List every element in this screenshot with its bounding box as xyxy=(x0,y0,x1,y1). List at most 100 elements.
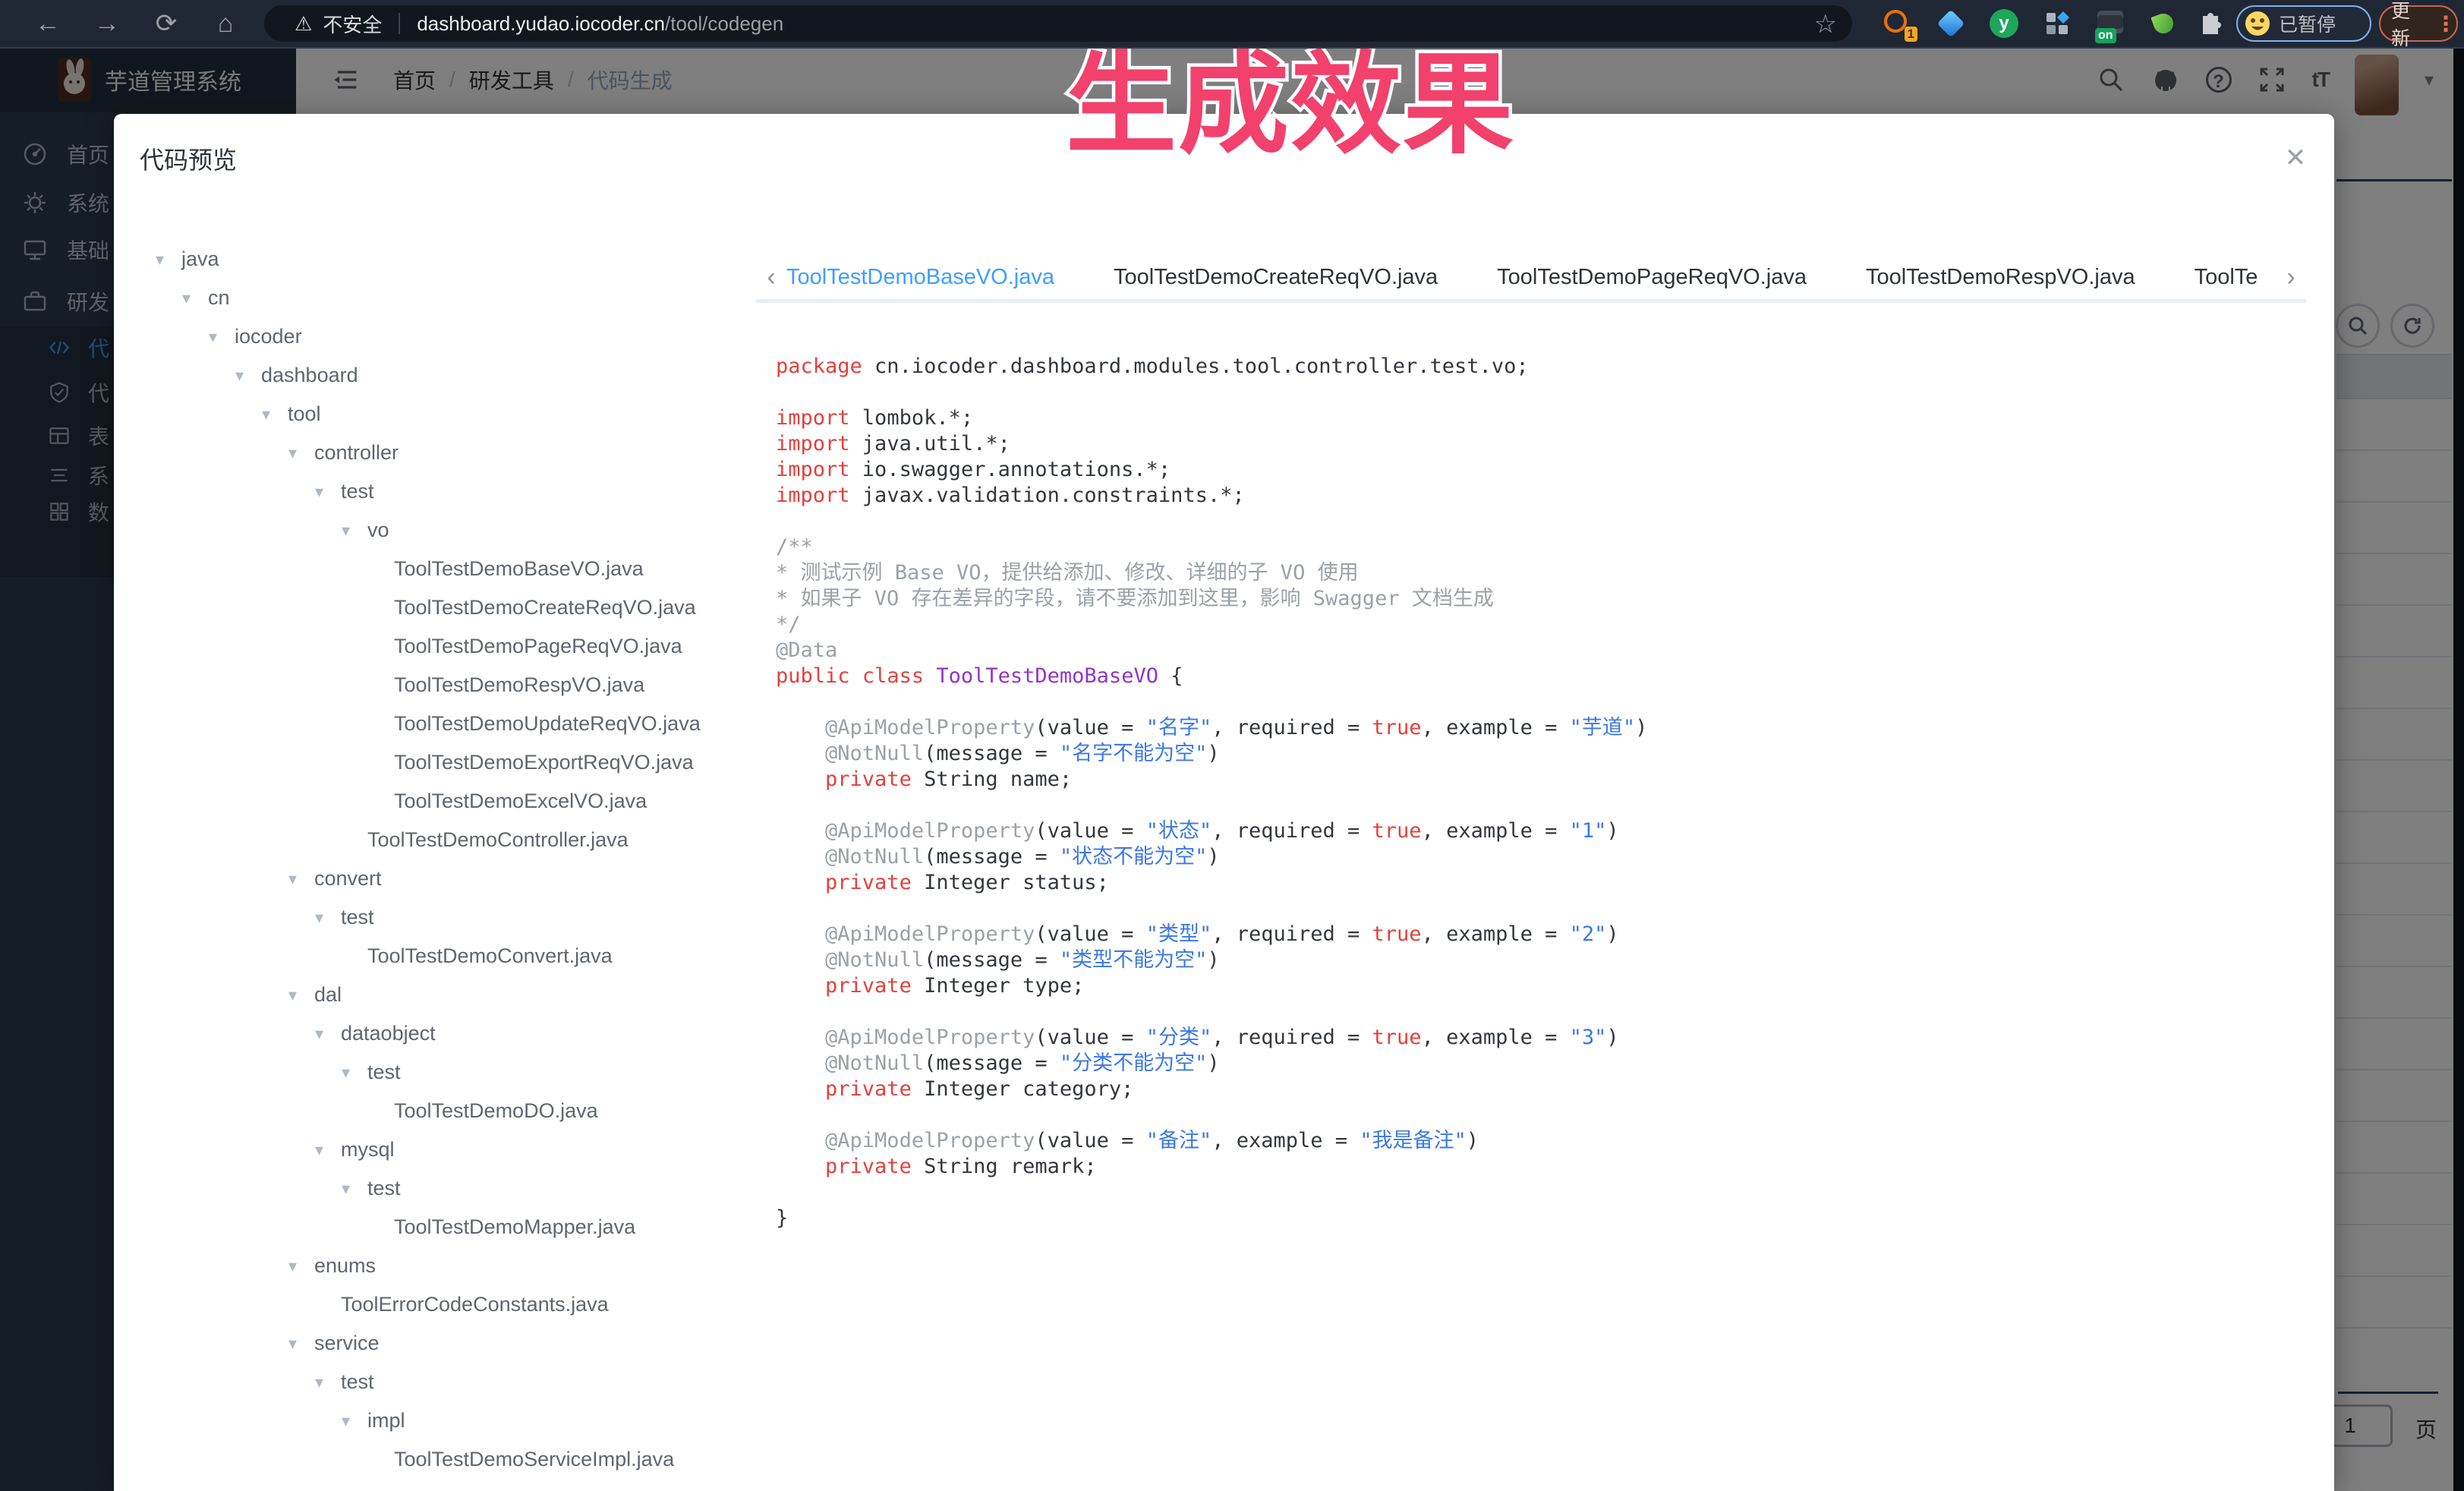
tree-node[interactable]: ▾test xyxy=(114,472,753,511)
tree-node-label: ToolTestDemoDO.java xyxy=(394,1099,598,1123)
browser-back-icon[interactable]: ← xyxy=(30,6,65,41)
tree-node[interactable]: ▾test xyxy=(114,898,753,937)
tree-node[interactable]: ▾test xyxy=(114,1363,753,1401)
tabs-scroll-right-icon[interactable]: › xyxy=(2276,263,2306,292)
browser-menu-dots-icon[interactable]: ⋮ xyxy=(2435,11,2456,36)
caret-down-icon[interactable]: ▾ xyxy=(342,1411,367,1431)
tree-node[interactable]: ▾tool xyxy=(114,395,753,433)
tree-node[interactable]: ▾enums xyxy=(114,1247,753,1285)
tree-node[interactable]: ToolTestDemoPageReqVO.java xyxy=(114,627,753,666)
caret-down-icon[interactable]: ▾ xyxy=(182,288,208,308)
code-line: @NotNull(message = "状态不能为空") xyxy=(776,844,2294,870)
tree-node-label: ToolTestDemoExportReqVO.java xyxy=(394,751,694,774)
tree-node[interactable]: ToolErrorCodeConstants.java xyxy=(114,1285,753,1324)
browser-home-icon[interactable]: ⌂ xyxy=(208,6,243,41)
tab-file-0[interactable]: ToolTestDemoBaseVO.java xyxy=(786,255,1054,299)
tree-node[interactable]: ▾vo xyxy=(114,511,753,550)
tree-node[interactable]: ▾test xyxy=(114,1053,753,1092)
caret-down-icon[interactable]: ▾ xyxy=(235,366,261,386)
tab-file-2[interactable]: ToolTestDemoPageReqVO.java xyxy=(1497,255,1807,299)
tree-node[interactable]: ▾convert xyxy=(114,859,753,898)
leaf-icon xyxy=(2150,11,2176,36)
caret-down-icon[interactable]: ▾ xyxy=(315,1373,341,1392)
caret-down-icon[interactable]: ▾ xyxy=(315,1140,341,1160)
extension-leaf-icon[interactable] xyxy=(2147,7,2180,40)
caret-down-icon[interactable]: ▾ xyxy=(288,985,314,1005)
tree-node-label: ToolTestDemoPageReqVO.java xyxy=(394,635,682,658)
tree-node[interactable]: ToolTestDemoServiceImpl.java xyxy=(114,1440,753,1479)
close-icon[interactable]: ✕ xyxy=(2279,141,2312,175)
tree-node[interactable]: ▾cn xyxy=(114,279,753,317)
caret-down-icon[interactable]: ▾ xyxy=(342,1179,367,1199)
tab-file-4[interactable]: ToolTe xyxy=(2195,255,2258,299)
tabs-scroll-left-icon[interactable]: ‹ xyxy=(756,263,786,292)
paused-extension-pill[interactable]: 已暂停 xyxy=(2236,5,2371,42)
gem-icon xyxy=(1937,10,1965,38)
tree-node[interactable]: ▾impl xyxy=(114,1401,753,1440)
tree-node-label: dataobject xyxy=(341,1022,436,1045)
code-line xyxy=(776,793,2294,818)
address-separator xyxy=(399,13,400,34)
code-line: private Integer category; xyxy=(776,1076,2294,1102)
tree-node[interactable]: ▾controller xyxy=(114,433,753,472)
extension-orange-ring-icon[interactable]: 1 xyxy=(1881,7,1914,40)
tree-node[interactable]: ▾iocoder xyxy=(114,317,753,356)
tree-node[interactable]: ▾dataobject xyxy=(114,1014,753,1053)
browser-reload-icon[interactable]: ⟳ xyxy=(149,6,184,41)
tree-node[interactable]: ToolTestDemoExportReqVO.java xyxy=(114,743,753,782)
tree-node[interactable]: ToolTestDemoConvert.java xyxy=(114,937,753,976)
tree-node[interactable]: ToolTestDemoUpdateReqVO.java xyxy=(114,705,753,743)
extension-blocks-icon[interactable] xyxy=(2040,7,2074,40)
address-bar[interactable]: ⚠ 不安全 dashboard.yudao.iocoder.cn /tool/c… xyxy=(264,5,1852,42)
tab-file-1[interactable]: ToolTestDemoCreateReqVO.java xyxy=(1114,255,1438,299)
extension-green-y-icon[interactable]: y xyxy=(1987,7,2021,40)
security-warning-icon[interactable]: ⚠ xyxy=(295,12,312,36)
extension-gem-icon[interactable] xyxy=(1934,7,1968,40)
security-label[interactable]: 不安全 xyxy=(323,10,382,38)
tree-node-label: enums xyxy=(314,1254,376,1278)
caret-down-icon[interactable]: ▾ xyxy=(156,250,181,270)
extension-on-switch-icon[interactable]: on xyxy=(2094,7,2127,40)
tree-node-label: ToolTestDemoConvert.java xyxy=(367,944,613,968)
browser-update-button[interactable]: 更新 ⋮ xyxy=(2379,5,2458,42)
tree-node[interactable]: ▾dal xyxy=(114,976,753,1014)
tree-node[interactable]: ▾test xyxy=(114,1169,753,1208)
caret-down-icon[interactable]: ▾ xyxy=(315,1024,341,1044)
tree-node-label: ToolTestDemoMapper.java xyxy=(394,1215,635,1239)
code-line xyxy=(776,896,2294,922)
tree-node[interactable]: ToolTestDemoMapper.java xyxy=(114,1208,753,1247)
tree-node[interactable]: ▾mysql xyxy=(114,1130,753,1169)
caret-down-icon[interactable]: ▾ xyxy=(342,1063,367,1083)
tree-node[interactable]: ▾java xyxy=(114,240,753,279)
caret-down-icon[interactable]: ▾ xyxy=(262,405,288,424)
tree-node[interactable]: ToolTestDemoDO.java xyxy=(114,1092,753,1130)
code-line: private Integer status; xyxy=(776,870,2294,896)
tree-node[interactable]: ▾dashboard xyxy=(114,356,753,395)
tree-node-label: ToolTestDemoCreateReqVO.java xyxy=(394,596,696,619)
tree-node[interactable]: ToolTestDemoRespVO.java xyxy=(114,666,753,705)
caret-down-icon[interactable]: ▾ xyxy=(342,521,367,541)
code-line xyxy=(776,999,2294,1025)
tree-node[interactable]: ▾service xyxy=(114,1324,753,1363)
extensions-puzzle-icon[interactable] xyxy=(2192,7,2226,40)
caret-down-icon[interactable]: ▾ xyxy=(288,1334,314,1354)
browser-forward-icon[interactable]: → xyxy=(90,6,124,41)
caret-down-icon[interactable]: ▾ xyxy=(288,869,314,889)
caret-down-icon[interactable]: ▾ xyxy=(288,443,314,463)
tree-node[interactable]: ToolTestDemoController.java xyxy=(114,821,753,859)
tree-node-label: test xyxy=(367,1061,401,1084)
caret-down-icon[interactable]: ▾ xyxy=(209,327,235,347)
tree-node-label: test xyxy=(341,906,374,929)
tree-node[interactable]: ToolTestDemoBaseVO.java xyxy=(114,550,753,588)
tree-node-label: ToolTestDemoBaseVO.java xyxy=(394,557,644,581)
tab-file-3[interactable]: ToolTestDemoRespVO.java xyxy=(1866,255,2135,299)
tree-node[interactable]: ToolTestDemoCreateReqVO.java xyxy=(114,588,753,627)
caret-down-icon[interactable]: ▾ xyxy=(315,908,341,928)
caret-down-icon[interactable]: ▾ xyxy=(288,1256,314,1276)
window-scrollbar[interactable] xyxy=(2453,47,2464,1491)
code-line: */ xyxy=(776,612,2294,638)
tree-node-label: ToolTestDemoServiceImpl.java xyxy=(394,1448,674,1471)
caret-down-icon[interactable]: ▾ xyxy=(315,482,341,502)
tree-node[interactable]: ToolTestDemoExcelVO.java xyxy=(114,782,753,821)
bookmark-star-icon[interactable]: ☆ xyxy=(1814,9,1837,39)
